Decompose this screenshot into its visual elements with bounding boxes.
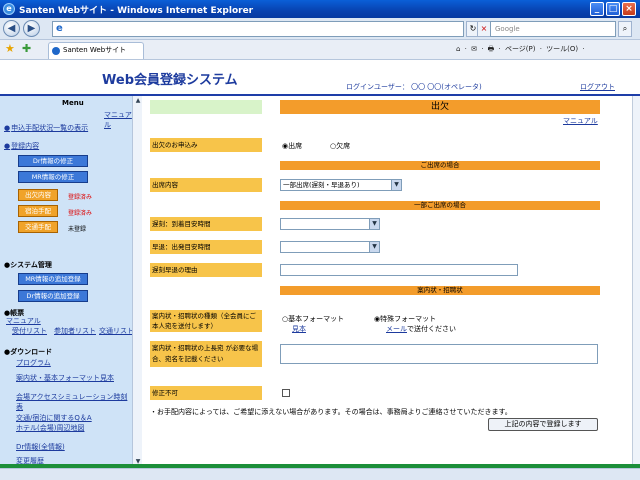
tab-bar: ★ ✚ Santen Webサイト ⌂ · ✉ · 🖶 · ページ(P) · ツ… [0, 40, 640, 60]
doc-type-label: 案内状・招聘状の種類（全会員にご本人宛を送付します） [150, 310, 262, 332]
dr-info-all-link[interactable]: Dr情報(全情報) [16, 442, 65, 452]
mail-link[interactable]: メール [386, 325, 407, 333]
sidebar-menu: Menu マニュアル 申込手配状況一覧の表示 登録内容 Dr情報の修正 MR情報… [0, 96, 138, 468]
chevron-down-icon: ▼ [369, 242, 379, 252]
system-title: Web会員登録システム [102, 73, 238, 88]
special-mail-note: メールで送付ください [386, 325, 456, 333]
main-manual-link[interactable]: マニュアル [563, 116, 598, 126]
close-button[interactable]: × [622, 2, 636, 16]
early-time-select[interactable]: ▼ [280, 241, 380, 253]
participant-list-link[interactable]: 参加者リスト [54, 326, 96, 336]
attend-radio[interactable]: ◉出席 [282, 141, 302, 151]
basic-format-radio[interactable]: ○基本フォーマット [282, 314, 344, 324]
docs-manual-link[interactable]: マニュアル [6, 316, 41, 326]
address-bar: ◀ ▶ e ↻ × Google ⌕ [0, 18, 640, 40]
program-link[interactable]: プログラム [16, 358, 51, 368]
tab-current[interactable]: Santen Webサイト [48, 42, 144, 59]
basic-sample-link[interactable]: 見本 [292, 324, 306, 334]
qa-link[interactable]: 交通/宿泊に関するQ＆A [16, 413, 92, 423]
application-list-link[interactable]: 申込手配状況一覧の表示 [4, 123, 88, 133]
doc-note-textarea[interactable] [280, 344, 598, 364]
menu-title: Menu [62, 99, 84, 107]
access-simulation-link[interactable]: 会場アクセスシミュレーション時刻表 [16, 392, 128, 412]
detail-label: 出席内容 [150, 178, 262, 192]
favorites-star-icon[interactable]: ★ [5, 43, 15, 55]
url-input[interactable]: e [52, 21, 464, 37]
minimize-button[interactable]: _ [590, 2, 604, 16]
attendance-label: 出欠のお申込み [150, 138, 262, 152]
back-button[interactable]: ◀ [3, 20, 20, 37]
transport-list-link[interactable]: 交通リスト [99, 326, 134, 336]
login-user: ログインユーザー： 〇〇 〇〇(オペレータ) [346, 83, 482, 91]
reception-list-link[interactable]: 受付リスト [12, 326, 47, 336]
forward-button[interactable]: ▶ [23, 20, 40, 37]
stop-icon[interactable]: × [477, 21, 491, 37]
ie-logo-icon: e [3, 3, 15, 15]
page-icon: e [56, 23, 63, 34]
page-header: Web会員登録システム ログインユーザー： 〇〇 〇〇(オペレータ) ログアウト [0, 60, 640, 96]
window-title-bar: e Santen Webサイト - Windows Internet Explo… [0, 0, 640, 18]
registration-head[interactable]: 登録内容 [4, 141, 39, 151]
scroll-up-icon[interactable]: ▲ [134, 97, 142, 105]
reason-input[interactable] [280, 264, 518, 276]
section-partial: 一部ご出席の場合 [280, 201, 600, 210]
mr-add-button[interactable]: MR情報の追加登録 [18, 273, 88, 285]
reason-label: 遅刻早退の理由 [150, 263, 262, 277]
early-time-label: 早退：出発目安時間 [150, 240, 262, 254]
lodging-status: 登録済み [68, 210, 93, 217]
logout-link[interactable]: ログアウト [580, 82, 615, 92]
doc-note-label: 案内状・招聘状の上長宛 が必要な場合、宛名を記載ください [150, 341, 262, 367]
main-content: 出欠 マニュアル 出欠のお申込み ◉出席 ○欠席 ご出席の場合 出席内容 一部出… [142, 96, 640, 468]
detail-select-value: 一部出席(遅刻・早退あり) [283, 181, 360, 189]
search-input[interactable]: Google [490, 21, 616, 37]
lodging-button[interactable]: 宿泊手配 [18, 205, 58, 217]
notice-text: ・お手配内容によっては、ご希望に添えない場合があります。その場合は、事務局よりご… [150, 408, 512, 416]
window-title: Santen Webサイト - Windows Internet Explore… [19, 6, 254, 16]
mr-info-edit-button[interactable]: MR情報の修正 [18, 171, 88, 183]
dr-info-edit-button[interactable]: Dr情報の修正 [18, 155, 88, 167]
map-link[interactable]: ホテル(会場)周辺地図 [16, 423, 84, 433]
late-time-label: 遅刻：到着目安時間 [150, 217, 262, 231]
search-icon[interactable]: ⌕ [618, 21, 632, 37]
status-bar [0, 468, 640, 480]
header-green-cell [150, 100, 262, 114]
transport-status: 未登録 [68, 226, 87, 233]
submit-button[interactable]: 上記の内容で登録します [488, 418, 598, 431]
main-scrollbar[interactable] [632, 96, 640, 468]
format-sample-link[interactable]: 案内状・基本フォーマット見本 [16, 373, 114, 383]
chevron-down-icon: ▼ [369, 219, 379, 229]
attendance-button[interactable]: 出欠内容 [18, 189, 58, 201]
edit-ok-checkbox[interactable] [282, 389, 290, 397]
section-document: 案内状・招聘状 [280, 286, 600, 295]
section-attend: ご出席の場合 [280, 161, 600, 170]
edit-ok-label: 修正不可 [150, 386, 262, 400]
special-format-radio[interactable]: ◉特殊フォーマット [374, 314, 436, 324]
page-heading: 出欠 [280, 100, 600, 114]
detail-select[interactable]: 一部出席(遅刻・早退あり) ▼ [280, 179, 402, 191]
attendance-status: 登録済み [68, 194, 93, 201]
command-bar[interactable]: ⌂ · ✉ · 🖶 · ページ(P) · ツール(O) · [456, 44, 585, 56]
sidebar-scrollbar[interactable]: ▲ ▼ [132, 96, 142, 468]
absent-radio[interactable]: ○欠席 [330, 141, 350, 151]
dr-add-button[interactable]: Dr情報の追加登録 [18, 290, 88, 302]
maximize-button[interactable]: □ [606, 2, 620, 16]
late-time-select[interactable]: ▼ [280, 218, 380, 230]
chevron-down-icon: ▼ [391, 180, 401, 190]
transport-button[interactable]: 交通手配 [18, 221, 58, 233]
system-mgmt-head: ●システム管理 [4, 261, 52, 269]
download-head: ●ダウンロード [4, 348, 53, 356]
add-favorite-icon[interactable]: ✚ [22, 43, 31, 55]
